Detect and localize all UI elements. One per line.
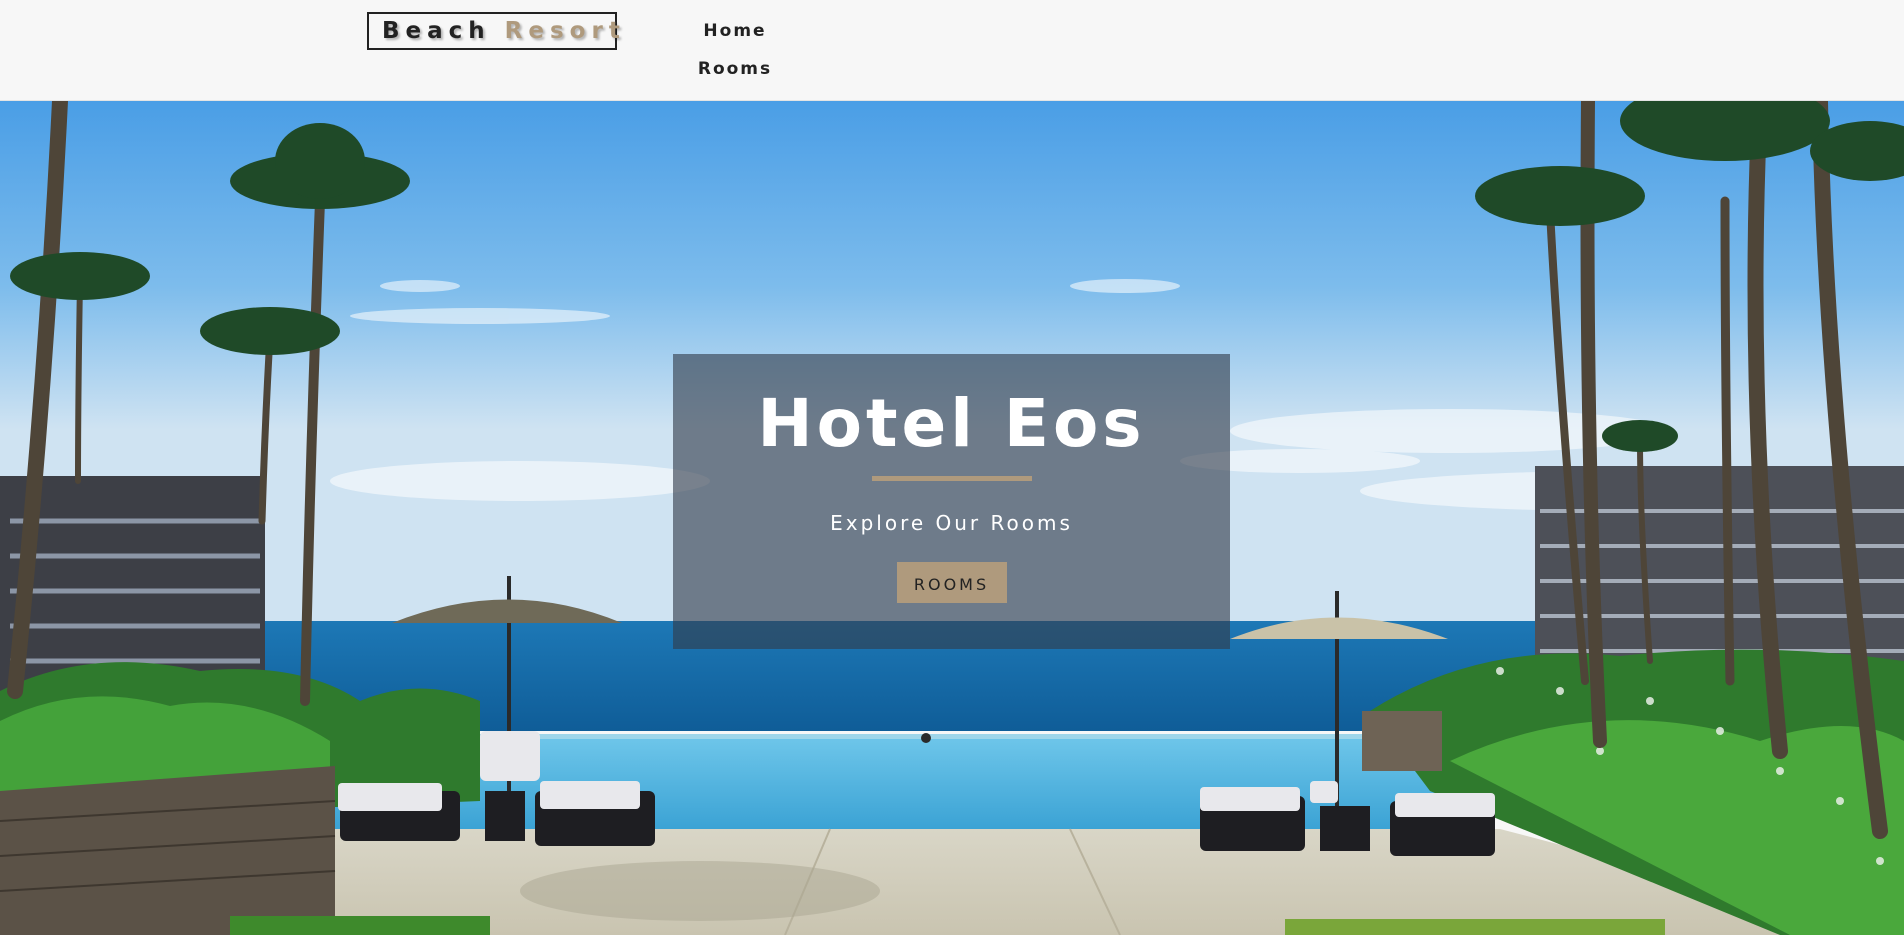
hero-title: Hotel Eos [757,385,1146,462]
rooms-button[interactable]: ROOMS [896,562,1007,603]
navbar: Beach Resort Home Rooms [0,0,1904,101]
logo-word-resort: Resort [504,18,626,44]
hero-banner: Hotel Eos Explore Our Rooms ROOMS [673,354,1230,649]
nav-link-home[interactable]: Home [690,18,780,56]
nav-links: Home Rooms [690,18,780,94]
nav-link-rooms[interactable]: Rooms [690,56,780,94]
title-underline [871,476,1032,481]
hero-section: Hotel Eos Explore Our Rooms ROOMS [0,101,1904,935]
logo-word-beach: Beach [382,18,491,44]
site-logo[interactable]: Beach Resort [367,12,620,50]
hero-subtitle: Explore Our Rooms [830,511,1073,535]
